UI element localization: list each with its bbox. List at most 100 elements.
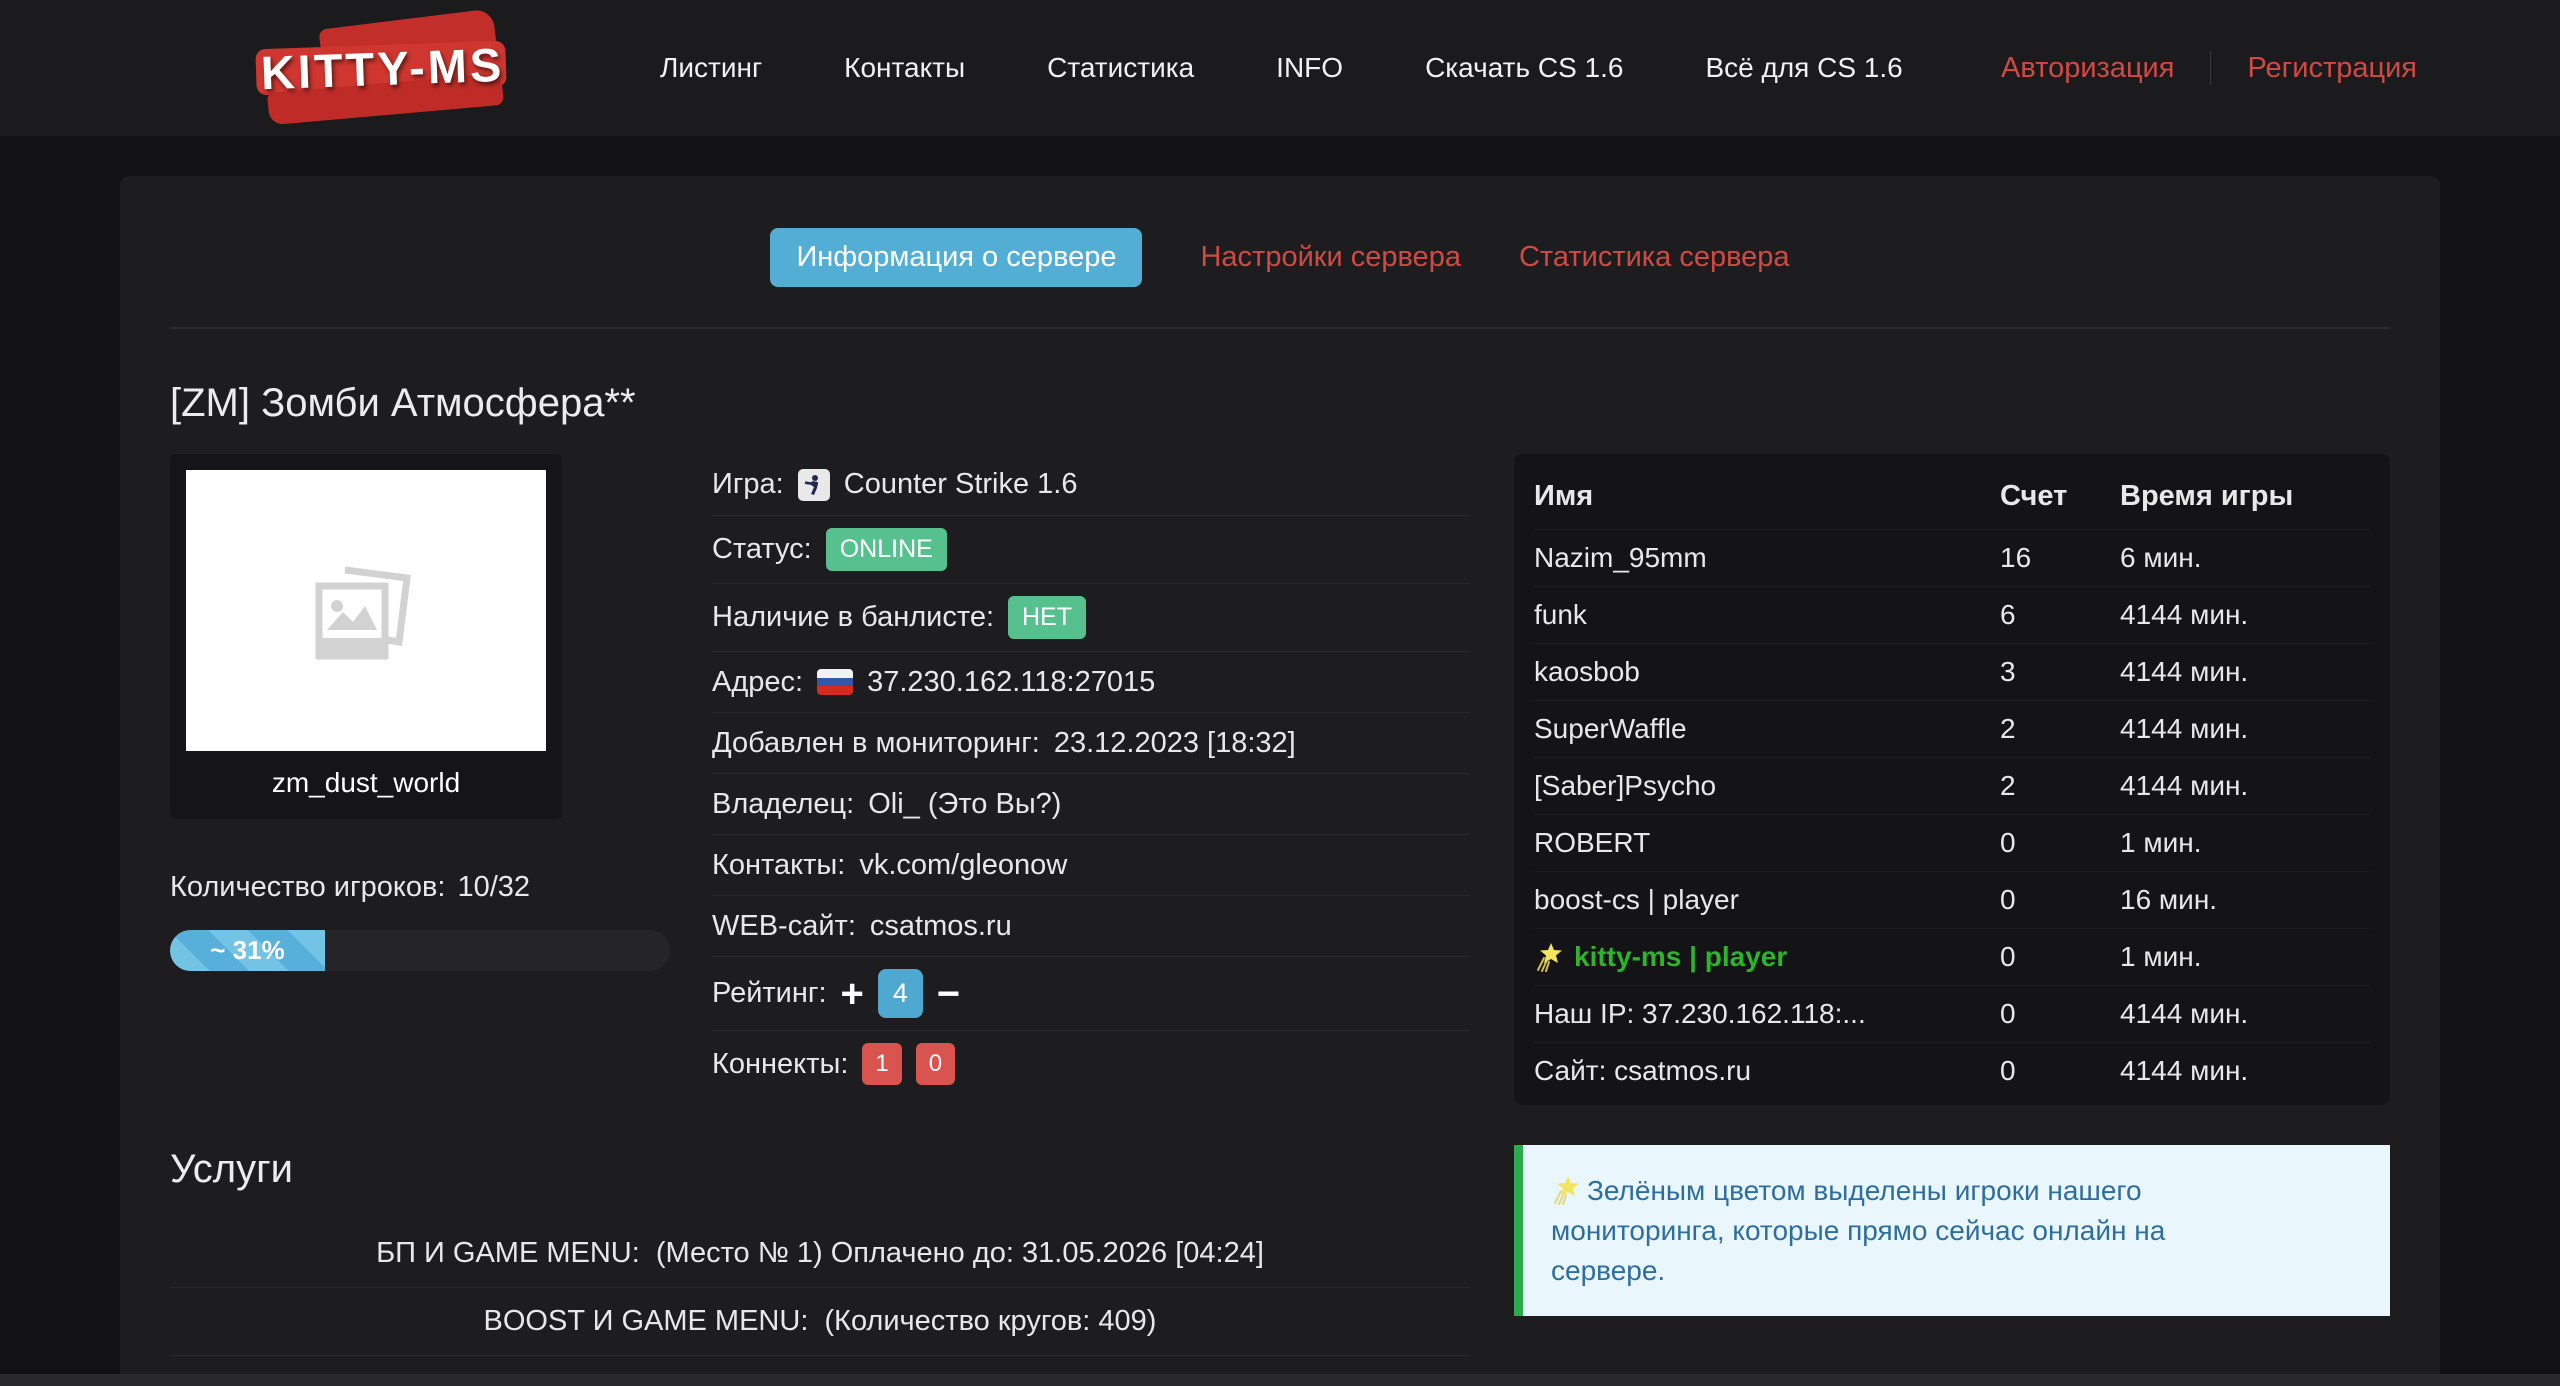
player-time: 4144 мин. (2120, 998, 2370, 1030)
player-name: kaosbob (1534, 656, 1640, 688)
logo-text: KITTY-MS (249, 36, 516, 100)
russia-flag-icon (817, 669, 853, 695)
field-label: Игра: (712, 468, 784, 501)
service-value: (Место № 1) Оплачено до: 31.05.2026 [04:… (656, 1237, 1264, 1269)
player-score: 2 (2000, 713, 2120, 745)
broken-image-icon (311, 556, 421, 666)
table-row: boost-cs | player 0 16 мин. (1534, 871, 2370, 928)
col-name: Имя (1534, 480, 2000, 513)
nav-item-listing[interactable]: Листинг (660, 52, 762, 84)
player-name: boost-cs | player (1534, 884, 1739, 916)
site-logo[interactable]: KITTY-MS (250, 15, 515, 121)
rating-minus-button[interactable]: − (937, 979, 960, 1009)
server-info-list: Игра: Counter Strike 1.6 (712, 454, 1470, 1097)
rating-value-badge: 4 (878, 969, 923, 1018)
rating-plus-button[interactable]: + (841, 979, 864, 1009)
table-row: funk 6 4144 мин. (1534, 586, 2370, 643)
players-count-line: Количество игроков: 10/32 (170, 871, 562, 904)
shooting-star-icon (1551, 1175, 1581, 1205)
player-name: Наш IP: 37.230.162.118:... (1534, 998, 1866, 1030)
field-label: Рейтинг: (712, 977, 827, 1010)
map-image-card[interactable]: zm_dust_world (170, 454, 562, 819)
field-game: Игра: Counter Strike 1.6 (712, 454, 1470, 515)
banlist-badge: НЕТ (1008, 596, 1086, 639)
cs16-game-icon (798, 469, 830, 501)
register-link[interactable]: Регистрация (2247, 52, 2417, 85)
table-row: SuperWaffle 2 4144 мин. (1534, 700, 2370, 757)
auth-links: Авторизация Регистрация (2001, 51, 2417, 85)
server-tabs: Информация о сервере Настройки сервера С… (170, 228, 2390, 287)
field-label: Владелец: (712, 788, 854, 821)
player-time: 4144 мин. (2120, 713, 2370, 745)
player-time: 4144 мин. (2120, 599, 2370, 631)
player-score: 0 (2000, 998, 2120, 1030)
field-label: Добавлен в мониторинг: (712, 727, 1040, 760)
shooting-star-icon (1534, 942, 1564, 972)
player-score: 0 (2000, 884, 2120, 916)
tab-server-statistics[interactable]: Статистика сервера (1519, 241, 1790, 274)
player-name: SuperWaffle (1534, 713, 1687, 745)
tab-server-info[interactable]: Информация о сервере (770, 228, 1142, 287)
col-time: Время игры (2120, 480, 2370, 513)
service-row-bp-game-menu: БП И GAME MENU: (Место № 1) Оплачено до: … (170, 1220, 1470, 1288)
field-label: Наличие в банлисте: (712, 601, 994, 634)
player-score: 16 (2000, 542, 2120, 574)
notice-text: Зелёным цветом выделены игроки нашего мо… (1551, 1175, 2165, 1286)
field-label: Адрес: (712, 666, 803, 699)
players-progress-bar: ~ 31% (170, 930, 670, 971)
player-score: 2 (2000, 770, 2120, 802)
player-time: 16 мин. (2120, 884, 2370, 916)
player-score: 0 (2000, 1055, 2120, 1087)
service-label: БП И GAME MENU: (376, 1237, 640, 1269)
nav-item-contacts[interactable]: Контакты (844, 52, 965, 84)
server-panel: Информация о сервере Настройки сервера С… (120, 176, 2440, 1386)
main-nav: Листинг Контакты Статистика INFO Скачать… (660, 52, 1903, 84)
owner-value[interactable]: Oli_ (Это Вы?) (868, 788, 1061, 821)
monitoring-notice: Зелёным цветом выделены игроки нашего мо… (1514, 1145, 2390, 1316)
nav-item-download-cs[interactable]: Скачать CS 1.6 (1425, 52, 1623, 84)
players-table-header: Имя Счет Время игры (1534, 458, 2370, 529)
col-score: Счет (2000, 480, 2120, 513)
players-progress-label: ~ 31% (210, 935, 284, 966)
table-row: [Saber]Psycho 2 4144 мин. (1534, 757, 2370, 814)
player-name: [Saber]Psycho (1534, 770, 1716, 802)
nav-item-info[interactable]: INFO (1276, 52, 1343, 84)
player-time: 4144 мин. (2120, 1055, 2370, 1087)
player-score: 0 (2000, 827, 2120, 859)
field-label: Контакты: (712, 849, 845, 882)
field-label: WEB-сайт: (712, 910, 856, 943)
status-badge: ONLINE (826, 528, 947, 571)
player-time: 4144 мин. (2120, 656, 2370, 688)
players-count-value: 10/32 (457, 871, 530, 903)
bottom-edge-strip (0, 1374, 2560, 1386)
field-connects: Коннекты: 1 0 (712, 1030, 1470, 1097)
nav-item-all-for-cs[interactable]: Всё для CS 1.6 (1705, 52, 1902, 84)
top-navbar: KITTY-MS Листинг Контакты Статистика INF… (0, 0, 2560, 136)
website-link[interactable]: csatmos.ru (870, 910, 1012, 943)
server-title: [ZM] Зомби Атмосфера** (170, 381, 2390, 426)
field-address: Адрес: 37.230.162.118:27015 (712, 651, 1470, 712)
auth-divider (2210, 51, 2211, 85)
service-row-boost-game-menu: BOOST И GAME MENU:(Количество кругов: 40… (170, 1288, 1470, 1356)
player-time: 4144 мин. (2120, 770, 2370, 802)
table-row: Сайт: csatmos.ru 0 4144 мин. (1534, 1042, 2370, 1099)
field-label: Статус: (712, 533, 812, 566)
tab-server-settings[interactable]: Настройки сервера (1200, 241, 1460, 274)
players-progress-fill: ~ 31% (170, 930, 325, 971)
field-banlist: Наличие в банлисте: НЕТ (712, 583, 1470, 651)
player-name: Nazim_95mm (1534, 542, 1707, 574)
server-ip-value[interactable]: 37.230.162.118:27015 (867, 666, 1155, 699)
field-contacts: Контакты: vk.com/gleonow (712, 834, 1470, 895)
player-score: 0 (2000, 941, 2120, 973)
nav-item-statistics[interactable]: Статистика (1047, 52, 1194, 84)
services-heading: Услуги (170, 1147, 1470, 1192)
contacts-link[interactable]: vk.com/gleonow (859, 849, 1067, 882)
players-count-label: Количество игроков: (170, 871, 445, 903)
field-status: Статус: ONLINE (712, 515, 1470, 583)
service-value: (Количество кругов: 409) (824, 1305, 1156, 1337)
player-time: 1 мин. (2120, 941, 2370, 973)
table-row: Наш IP: 37.230.162.118:... 0 4144 мин. (1534, 985, 2370, 1042)
login-link[interactable]: Авторизация (2001, 52, 2174, 85)
connects-badge-2: 0 (916, 1043, 955, 1085)
map-name: zm_dust_world (186, 751, 546, 805)
